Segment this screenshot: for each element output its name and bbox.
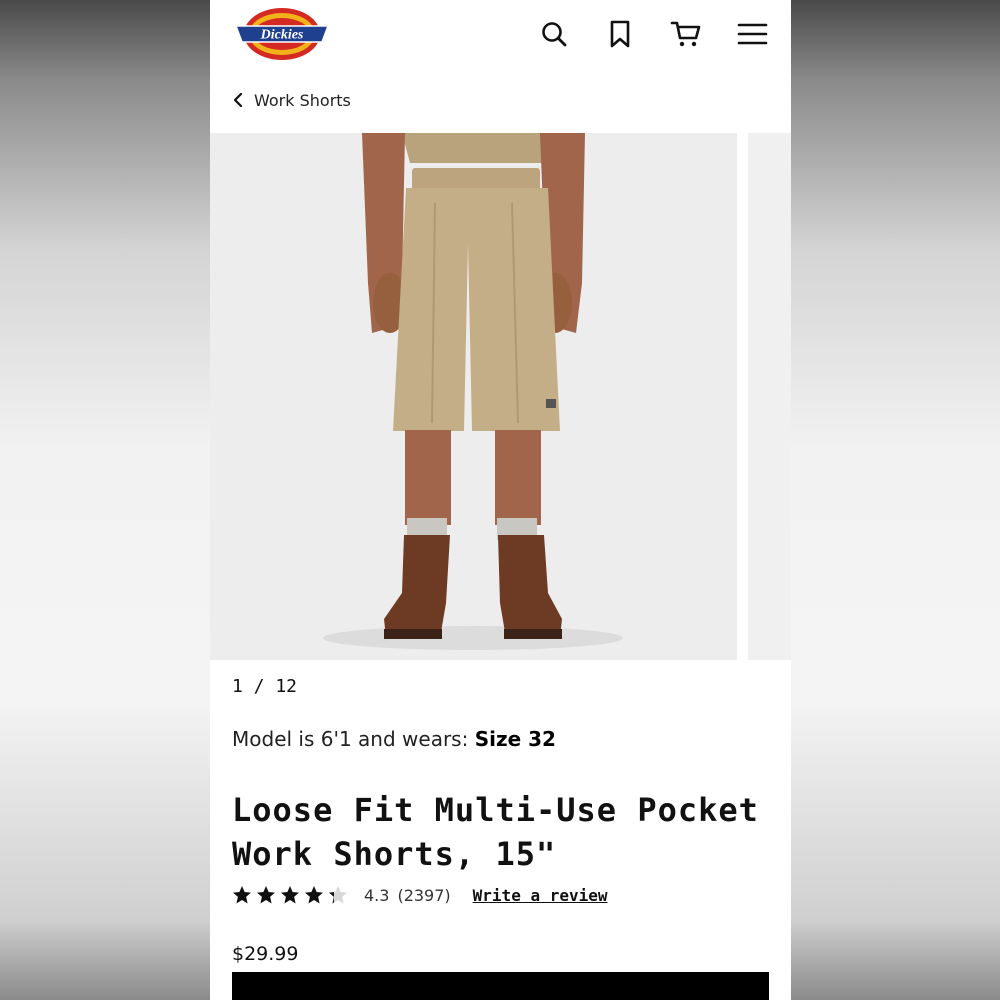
svg-text:Dickies: Dickies (260, 28, 304, 43)
write-review-link[interactable]: Write a review (473, 886, 608, 905)
product-price: $29.99 (232, 943, 299, 965)
menu-icon[interactable] (736, 18, 768, 50)
mobile-page: Dickies Work Shorts 1 / 12 Model is 6'1 … (210, 0, 791, 1000)
model-size-info: Model is 6'1 and wears: Size 32 (232, 727, 556, 751)
bookmark-icon[interactable] (604, 18, 636, 50)
breadcrumb-label: Work Shorts (254, 90, 351, 110)
product-image-carousel[interactable] (210, 133, 791, 660)
site-header: Dickies (210, 0, 791, 70)
model-size: Size 32 (474, 727, 556, 751)
review-count: (2397) (397, 885, 451, 905)
product-title: Loose Fit Multi-Use Pocket Work Shorts, … (232, 791, 759, 873)
star-partial-icon (329, 886, 347, 904)
breadcrumb[interactable]: Work Shorts (232, 86, 351, 114)
search-icon[interactable] (538, 18, 570, 50)
image-counter: 1 / 12 (232, 676, 298, 697)
product-rating: 4.3 (2397) Write a review (232, 882, 608, 908)
rating-stars (232, 885, 352, 905)
product-photo-model-in-khaki-shorts (210, 133, 737, 660)
rating-value: 4.3 (364, 885, 390, 905)
star-full-icon (233, 886, 251, 904)
next-product-image-peek[interactable] (748, 133, 791, 660)
chevron-left-icon (233, 92, 243, 108)
cart-icon[interactable] (670, 18, 702, 50)
star-full-icon (257, 886, 275, 904)
add-to-cart-button[interactable] (232, 972, 769, 1000)
star-full-icon (305, 886, 323, 904)
dickies-logo[interactable]: Dickies (232, 6, 332, 62)
star-full-icon (281, 886, 299, 904)
model-info-prefix: Model is 6'1 and wears: (232, 727, 475, 751)
product-image[interactable] (210, 133, 737, 660)
